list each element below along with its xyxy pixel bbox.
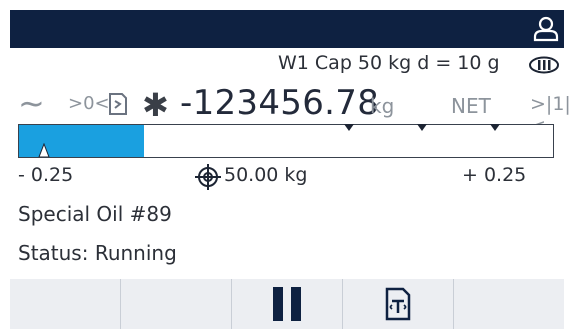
- tare-icon: [385, 287, 411, 321]
- net-label: NET: [451, 94, 491, 118]
- motion-icon: ~: [18, 84, 45, 122]
- softkey-5[interactable]: [453, 279, 564, 329]
- target-marker: [417, 124, 427, 131]
- softkey-1[interactable]: [10, 279, 120, 329]
- target-value: 50.00 kg: [224, 164, 308, 186]
- weight-display-row: ~ >0< ✱ -123456.78 kg NET >|1|<: [18, 83, 571, 137]
- pause-icon: [273, 287, 301, 321]
- softkey-bar: [10, 279, 564, 329]
- user-icon[interactable]: [530, 13, 562, 45]
- weighing-screen: W1 Cap 50 kg d = 10 g ~ >0< ✱ -123456.78…: [10, 48, 571, 279]
- process-status: Status: Running: [18, 241, 177, 265]
- tolerance-low-marker: [344, 124, 354, 131]
- frame-right-border: [564, 0, 574, 329]
- tolerance-plus: + 0.25: [462, 164, 527, 186]
- target-icon: [195, 164, 221, 190]
- bargraph-pointer-icon: [38, 143, 50, 157]
- tolerance-high-marker: [490, 124, 500, 131]
- softkey-2[interactable]: [120, 279, 231, 329]
- setpoint-bargraph: [18, 124, 554, 158]
- scale-info: W1 Cap 50 kg d = 10 g: [278, 52, 500, 74]
- calibration-icon: [109, 93, 127, 115]
- asterisk-icon: ✱: [142, 86, 169, 124]
- material-name: Special Oil #89: [18, 202, 172, 226]
- tolerance-row: - 0.25 50.00 kg + 0.25: [18, 160, 558, 190]
- weight-value: -123456.78: [180, 83, 380, 123]
- weight-unit: kg: [370, 94, 395, 118]
- tolerance-minus: - 0.25: [18, 164, 74, 186]
- system-header-bar: [10, 10, 564, 48]
- center-of-zero-icon: >0<: [68, 93, 110, 114]
- frame-left-border: [0, 0, 10, 329]
- tare-button[interactable]: [342, 279, 453, 329]
- pause-button[interactable]: [231, 279, 342, 329]
- range-indicator-icon: [529, 56, 559, 74]
